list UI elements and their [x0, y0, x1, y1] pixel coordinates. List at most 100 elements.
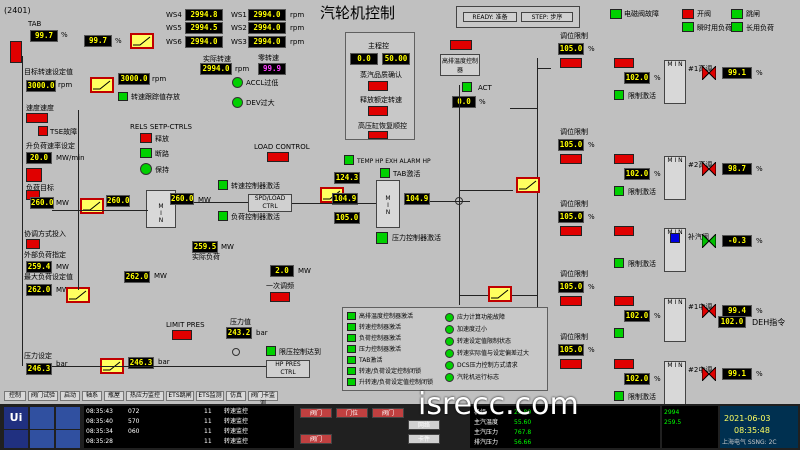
- tab-7[interactable]: ETS监测: [196, 391, 224, 401]
- cutoff-indicator: [140, 148, 152, 158]
- valve-icon[interactable]: [701, 160, 717, 178]
- bottom-button-4[interactable]: 卡件: [408, 434, 440, 444]
- status-right-indicator: [445, 361, 454, 370]
- tab-ramp-block[interactable]: [130, 33, 154, 49]
- max-load-label: 最大负荷设定值: [24, 273, 73, 281]
- settings-nav-icon[interactable]: [56, 430, 80, 448]
- tab-4[interactable]: 瓶屋: [104, 391, 124, 401]
- ready-button[interactable]: READY: 准备: [463, 12, 517, 22]
- valve-icon[interactable]: [701, 302, 717, 320]
- pressure-setpoint-unit: bar: [56, 360, 68, 368]
- speed-ctrl-label: 转速控制器激活: [231, 182, 280, 190]
- footer-label: 上海电气 SSNG: 2C: [722, 439, 777, 446]
- min-block-valve: M I N: [664, 298, 686, 342]
- valve-limit-unit: %: [588, 346, 595, 354]
- load-setpoint-value: 260.0: [106, 195, 130, 207]
- bottom-button-2[interactable]: 阀门: [372, 408, 404, 418]
- external-unit: MW: [56, 263, 69, 271]
- valve-limit-indicator: [560, 296, 582, 306]
- chart-nav-icon[interactable]: [30, 430, 54, 448]
- speed-rate-indicator: [26, 113, 48, 123]
- act-label: ACT: [478, 84, 492, 92]
- clock-panel: 2021-06-03 08:35:48 上海电气 SSNG: 2C: [720, 406, 798, 448]
- valve-limit-value: 105.0: [558, 43, 584, 55]
- act-indicator: [462, 82, 472, 92]
- ws1-value: 2994.0: [248, 9, 286, 21]
- mid-value-2: 104.9: [404, 193, 430, 205]
- legend-instant-icon: [682, 22, 694, 32]
- valve-ramp-block[interactable]: [516, 177, 540, 193]
- valve-secondary-value: 102.0: [624, 310, 650, 322]
- primary-freq-value: 2.0: [270, 265, 294, 277]
- load-readout: 259.5: [664, 419, 682, 426]
- bottom-button-1[interactable]: 门位: [336, 408, 368, 418]
- accl-indicator: [232, 77, 243, 88]
- legend-fault-icon: [610, 9, 622, 19]
- tab-5[interactable]: 热应力监控: [126, 391, 164, 401]
- min-block-valve: M I N: [664, 60, 686, 104]
- pressure-ctrl-active-indicator: [376, 232, 388, 244]
- network-nav-icon[interactable]: [56, 407, 80, 429]
- step-button[interactable]: STEP: 步序: [521, 12, 573, 22]
- dev-indicator: [232, 97, 243, 108]
- valve-limit-active-label: 限制激活: [628, 260, 656, 268]
- load-ramp-block[interactable]: [80, 198, 104, 214]
- hp-pres-ctrl-block[interactable]: HP PRES CTRL: [266, 360, 310, 378]
- load-rate-indicator: [26, 168, 42, 182]
- valve-limit-active-label: 限制激活: [628, 188, 656, 196]
- valve-limit-active-label: 限制激活: [628, 393, 656, 401]
- tab-8[interactable]: 仿真: [226, 391, 246, 401]
- pressure-setpoint-value: 246.3: [26, 363, 52, 375]
- tab-6[interactable]: ETS跳闸: [166, 391, 194, 401]
- valve-ramp-block-2[interactable]: [488, 286, 512, 302]
- status-right-label: 加速度过小: [457, 326, 488, 333]
- valve-icon[interactable]: [701, 232, 717, 250]
- primary-freq-indicator: [270, 292, 290, 302]
- speed-ramp-block[interactable]: [90, 77, 114, 93]
- valve-icon[interactable]: [701, 64, 717, 82]
- max-load-value: 262.0: [26, 284, 52, 296]
- actual-speed-value: 2994.0: [200, 63, 232, 75]
- bottom-button-5[interactable]: 阀门: [300, 434, 332, 444]
- pressure-value: 243.2: [226, 327, 252, 339]
- signal-line: [510, 108, 537, 109]
- load-ctrl-label: 负荷控制器激活: [231, 213, 280, 221]
- legend-long-label: 长用负荷: [746, 24, 774, 32]
- load-control-indicator: [267, 152, 289, 162]
- valve-output-unit: %: [756, 237, 763, 245]
- hp-cylinder-label: 高压缸恢复顺控: [358, 122, 407, 130]
- signal-line: [459, 85, 460, 305]
- tab-9[interactable]: 阀门卡监测: [248, 391, 278, 407]
- min-block-valve: M I N: [664, 156, 686, 200]
- valve-limit-indicator: [560, 226, 582, 236]
- temp-alarm-label: TEMP HP EXH ALARM HP: [357, 158, 431, 165]
- alarm-time: 08:35:28: [86, 438, 113, 445]
- tab-2[interactable]: 启动: [60, 391, 80, 401]
- logo-icon[interactable]: Ui: [4, 407, 28, 429]
- valve-nav-icon[interactable]: [30, 407, 54, 429]
- tab-pct: %: [61, 31, 68, 39]
- tab-1[interactable]: 阀门试验: [28, 391, 58, 401]
- status-left-indicator: [347, 378, 356, 386]
- home-nav-icon[interactable]: [4, 430, 28, 448]
- actual-load-value: 259.5: [192, 241, 218, 253]
- ws5-label: WS5: [166, 24, 182, 32]
- legend-instant-label: 瞬时用负荷: [697, 24, 732, 32]
- status-left-label: 负荷控制器激活: [359, 335, 402, 342]
- valve-icon[interactable]: [701, 365, 717, 383]
- valve-output-unit: %: [756, 307, 763, 315]
- tab-3[interactable]: 轴系: [82, 391, 102, 401]
- legend-open-label: 开阀: [697, 10, 711, 18]
- alarm-channel: 11: [204, 408, 212, 415]
- valve-alarm-indicator: [614, 226, 634, 236]
- valve-limit-value: 105.0: [558, 344, 584, 356]
- spd-load-ctrl-block[interactable]: SPD/LOAD CTRL: [248, 194, 292, 212]
- signal-line: [52, 210, 148, 211]
- hold-indicator: [140, 163, 152, 175]
- hp-temp-controller[interactable]: 高排温度控制器: [440, 54, 480, 76]
- speed-rate-label: 速度速度: [26, 104, 54, 112]
- valve-alarm-indicator: [614, 359, 634, 369]
- tab-0[interactable]: 控制: [4, 391, 26, 401]
- bottom-button-0[interactable]: 阀门: [300, 408, 332, 418]
- valve-secondary-value: 102.0: [624, 373, 650, 385]
